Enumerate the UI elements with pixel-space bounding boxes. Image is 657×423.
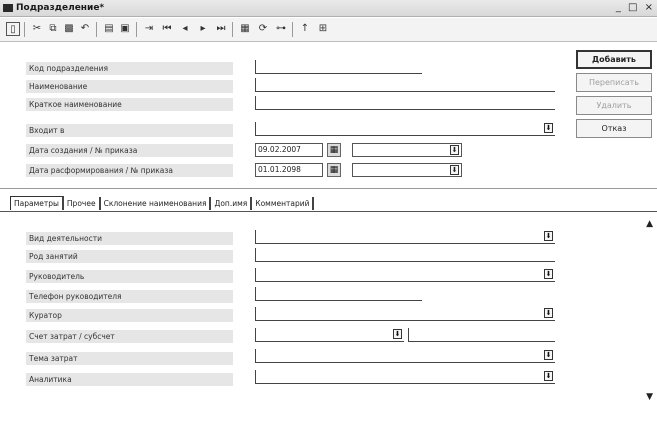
disbanded-order-select[interactable]: ⬇ bbox=[352, 163, 462, 177]
cost-subaccount-input[interactable] bbox=[408, 328, 555, 342]
tree-icon[interactable]: ⊶ bbox=[274, 22, 288, 36]
field-label-created: Дата создания / № приказа bbox=[26, 144, 233, 157]
section-divider bbox=[0, 188, 657, 189]
copy-icon[interactable]: ⧉ bbox=[46, 22, 60, 36]
tab-name-declension[interactable]: Склонение наименования bbox=[101, 197, 212, 210]
field-label-disbanded: Дата расформирования / № приказа bbox=[26, 164, 233, 177]
title-bar: Подразделение* _ □ × bbox=[0, 0, 657, 17]
cancel-button[interactable]: Отказ bbox=[576, 119, 652, 138]
window-controls[interactable]: _ □ × bbox=[616, 2, 655, 13]
tab-panel-border bbox=[0, 211, 657, 212]
param-label-activity: Вид деятельности bbox=[26, 232, 233, 245]
field-label-name: Наименование bbox=[26, 80, 233, 93]
refresh-icon[interactable]: ⟳ bbox=[256, 22, 270, 36]
cost-account-select[interactable]: ⬇ bbox=[255, 328, 404, 342]
dropdown-arrow-icon[interactable]: ⬇ bbox=[393, 329, 402, 339]
first-icon[interactable]: ⏮ bbox=[160, 22, 174, 36]
field-label-parent: Входит в bbox=[26, 124, 233, 137]
analytics-select[interactable]: ⬇ bbox=[255, 370, 555, 384]
tab-parameters[interactable]: Параметры bbox=[10, 196, 64, 210]
occupation-input[interactable] bbox=[255, 248, 555, 262]
param-label-cost-account: Счет затрат / субсчет bbox=[26, 330, 233, 343]
short-name-input[interactable] bbox=[255, 96, 555, 110]
toolbar-separator bbox=[232, 22, 233, 37]
parent-select[interactable]: ⬇ bbox=[255, 122, 555, 136]
param-label-analytics: Аналитика bbox=[26, 373, 233, 386]
calendar-icon[interactable]: ▦ bbox=[327, 163, 341, 177]
cost-topic-select[interactable]: ⬇ bbox=[255, 349, 555, 363]
tab-bar: Параметры Прочее Склонение наименования Доп… bbox=[10, 196, 315, 211]
rewrite-button[interactable]: Переписать bbox=[576, 73, 652, 92]
tab-comment[interactable]: Комментарий bbox=[252, 197, 315, 210]
calendar-icon[interactable]: ▦ bbox=[327, 143, 341, 157]
dropdown-arrow-icon[interactable]: ⬇ bbox=[544, 350, 553, 360]
dropdown-arrow-icon[interactable]: ⬇ bbox=[544, 123, 553, 133]
created-date-input[interactable]: 09.02.2007 bbox=[255, 143, 323, 157]
dropdown-arrow-icon[interactable]: ⬇ bbox=[544, 371, 553, 381]
dropdown-arrow-icon[interactable]: ⬇ bbox=[450, 145, 459, 155]
preview-icon[interactable]: ▣ bbox=[118, 22, 132, 36]
scroll-up-icon[interactable]: ▲ bbox=[646, 219, 653, 229]
paste-icon[interactable]: ▩ bbox=[62, 22, 76, 36]
param-label-occupation: Род занятий bbox=[26, 250, 233, 263]
print-icon[interactable]: ▤ bbox=[102, 22, 116, 36]
toolbar-separator bbox=[292, 22, 293, 37]
dropdown-arrow-icon[interactable]: ⬇ bbox=[544, 231, 553, 241]
head-select[interactable]: ⬇ bbox=[255, 268, 555, 282]
tab-other[interactable]: Прочее bbox=[64, 197, 101, 210]
last-icon[interactable]: ⏭ bbox=[214, 22, 228, 36]
goto-icon[interactable]: ⇥ bbox=[142, 22, 156, 36]
field-label-short-name: Краткое наименование bbox=[26, 98, 233, 111]
head-phone-input[interactable] bbox=[255, 287, 422, 301]
prev-icon[interactable]: ◂ bbox=[178, 22, 192, 36]
delete-button[interactable]: Удалить bbox=[576, 96, 652, 115]
param-label-cost-topic: Тема затрат bbox=[26, 352, 233, 365]
dropdown-arrow-icon[interactable]: ⬇ bbox=[544, 308, 553, 318]
created-order-select[interactable]: ⬇ bbox=[352, 143, 462, 157]
tab-additional-name[interactable]: Доп.имя bbox=[211, 197, 253, 210]
param-label-curator: Куратор bbox=[26, 309, 233, 322]
dropdown-arrow-icon[interactable]: ⬇ bbox=[544, 269, 553, 279]
toolbar-separator bbox=[24, 22, 25, 37]
curator-select[interactable]: ⬇ bbox=[255, 307, 555, 321]
filter-icon[interactable]: ⊞ bbox=[316, 22, 330, 36]
new-doc-icon[interactable]: ▯ bbox=[6, 22, 20, 36]
toolbar-separator bbox=[96, 22, 97, 37]
scroll-down-icon[interactable]: ▼ bbox=[646, 392, 653, 402]
code-input[interactable] bbox=[255, 60, 422, 74]
param-label-head-phone: Телефон руководителя bbox=[26, 290, 233, 303]
next-icon[interactable]: ▸ bbox=[196, 22, 210, 36]
window-title: Подразделение* bbox=[16, 3, 105, 13]
window-icon bbox=[3, 4, 13, 12]
add-button[interactable]: Добавить bbox=[576, 50, 652, 69]
disbanded-date-input[interactable]: 01.01.2098 bbox=[255, 163, 323, 177]
param-label-head: Руководитель bbox=[26, 270, 233, 283]
undo-icon[interactable]: ↶ bbox=[78, 22, 92, 36]
activity-select[interactable]: ⬇ bbox=[255, 230, 555, 244]
field-label-code: Код подразделения bbox=[26, 62, 233, 75]
toolbar: ▯ ✂ ⧉ ▩ ↶ ▤ ▣ ⇥ ⏮ ◂ ▸ ⏭ ▦ ⟳ ⊶ ↑ ⊞ bbox=[0, 18, 657, 42]
name-input[interactable] bbox=[255, 78, 555, 92]
form-icon[interactable]: ▦ bbox=[238, 22, 252, 36]
up-arrow-icon[interactable]: ↑ bbox=[298, 22, 312, 36]
dropdown-arrow-icon[interactable]: ⬇ bbox=[450, 165, 459, 175]
toolbar-separator bbox=[136, 22, 137, 37]
cut-icon[interactable]: ✂ bbox=[30, 22, 44, 36]
